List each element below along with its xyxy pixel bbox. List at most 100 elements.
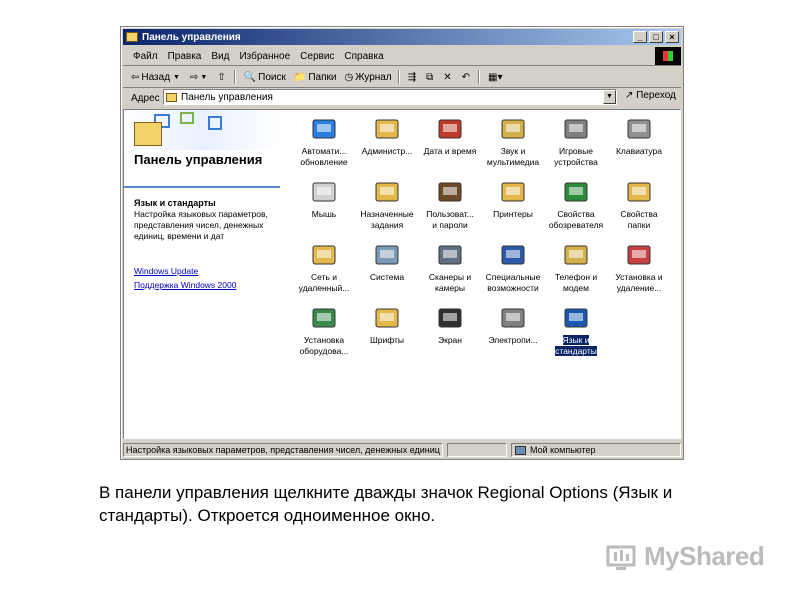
- go-button[interactable]: ↗ Переход: [625, 90, 676, 101]
- window-title: Панель управления: [142, 31, 241, 43]
- history-icon: ◷: [344, 71, 354, 83]
- folders-button[interactable]: 📁 Папки: [294, 72, 337, 83]
- item-label: Свойства: [557, 209, 595, 219]
- item-label: Звук и: [500, 146, 526, 156]
- address-bar: Адрес Панель управления ▼ ↗ Переход: [123, 89, 681, 107]
- sound-icon: [498, 114, 528, 142]
- control-panel-item[interactable]: Сеть и удаленный...: [292, 240, 356, 293]
- control-panel-item[interactable]: Свойства обозревателя: [544, 177, 608, 230]
- item-label: Специальные: [485, 272, 541, 282]
- keyboard-icon: [624, 114, 654, 142]
- maximize-button[interactable]: □: [649, 31, 663, 43]
- up-folder-icon: ⇧: [217, 71, 226, 83]
- forward-arrow-icon: ⇨: [189, 71, 199, 83]
- item-label-line2: камеры: [434, 282, 466, 293]
- control-panel-item[interactable]: Специальные возможности: [481, 240, 545, 293]
- folder-icon: [126, 32, 138, 42]
- status-bar: Настройка языковых параметров, представл…: [123, 442, 681, 458]
- delete-icon: ✕: [443, 71, 452, 83]
- item-label-line2: папки: [627, 219, 651, 230]
- admin-tools-icon: [372, 114, 402, 142]
- regional-options-icon: [561, 303, 591, 331]
- support-link[interactable]: Поддержка Windows 2000: [134, 280, 236, 290]
- control-panel-item[interactable]: Звук и мультимедиа: [481, 114, 545, 167]
- control-panel-item[interactable]: Автомати... обновление: [292, 114, 356, 167]
- item-label: Администр...: [361, 146, 413, 156]
- copy-to-button[interactable]: ⧉: [426, 72, 435, 83]
- folders-icon: 📁: [293, 71, 307, 83]
- windows-update-link[interactable]: Windows Update: [134, 266, 198, 276]
- control-panel-item[interactable]: Дата и время: [418, 114, 482, 157]
- menu-bar: Файл Правка Вид Избранное Сервис Справка: [123, 47, 681, 66]
- item-label: Установка и: [615, 272, 663, 282]
- control-panel-item[interactable]: Администр...: [355, 114, 419, 157]
- item-label-line2: удаление...: [616, 282, 662, 293]
- brand-mark-icon: [606, 539, 640, 573]
- address-input[interactable]: Панель управления ▼: [163, 89, 617, 105]
- users-icon: [435, 177, 465, 205]
- item-label: Телефон и: [554, 272, 598, 282]
- views-icon: ▦▾: [488, 71, 503, 83]
- move-to-button[interactable]: ⇶: [408, 72, 418, 83]
- control-panel-item[interactable]: Пользоват... и пароли: [418, 177, 482, 230]
- menu-favorites[interactable]: Избранное: [239, 51, 290, 62]
- menu-tools[interactable]: Сервис: [300, 51, 334, 62]
- search-button[interactable]: 🔍 Поиск: [244, 72, 286, 83]
- control-panel-item[interactable]: Электропи...: [481, 303, 545, 346]
- internet-options-icon: [561, 177, 591, 205]
- control-panel-item[interactable]: Назначенные задания: [355, 177, 419, 230]
- item-label: Автомати...: [301, 146, 347, 156]
- printers-icon: [498, 177, 528, 205]
- item-label: Мышь: [311, 209, 337, 219]
- control-panel-window: Панель управления _ □ × Файл Правка Вид …: [120, 26, 684, 460]
- move-to-icon: ⇶: [407, 71, 417, 83]
- forward-button[interactable]: ⇨ ▼: [190, 72, 209, 83]
- control-panel-item[interactable]: Принтеры: [481, 177, 545, 220]
- control-panel-item[interactable]: Телефон и модем: [544, 240, 608, 293]
- back-label: Назад: [141, 71, 171, 83]
- panel-divider: [124, 186, 280, 188]
- menu-view[interactable]: Вид: [211, 51, 229, 62]
- menu-help[interactable]: Справка: [344, 51, 383, 62]
- windows-update-icon: [309, 114, 339, 142]
- decor-square: [180, 112, 194, 124]
- undo-button[interactable]: ↶: [462, 72, 472, 83]
- item-label: Игровые: [558, 146, 594, 156]
- control-panel-item[interactable]: Экран: [418, 303, 482, 346]
- item-label: Экран: [438, 335, 462, 345]
- control-panel-item[interactable]: Язык и стандарты: [544, 303, 608, 356]
- phone-modem-icon: [561, 240, 591, 268]
- back-button[interactable]: ⇦ Назад ▼: [131, 72, 182, 83]
- status-text: Настройка языковых параметров, представл…: [123, 443, 443, 457]
- item-label-line2: мультимедиа: [486, 156, 540, 167]
- add-hardware-icon: [309, 303, 339, 331]
- address-value: Панель управления: [181, 91, 273, 103]
- address-dropdown-button[interactable]: ▼: [603, 90, 616, 104]
- menu-edit[interactable]: Правка: [168, 51, 202, 62]
- title-bar[interactable]: Панель управления _ □ ×: [123, 29, 681, 45]
- history-label: Журнал: [355, 71, 392, 83]
- control-panel-item[interactable]: Система: [355, 240, 419, 283]
- history-button[interactable]: ◷ Журнал: [344, 72, 391, 83]
- control-panel-item[interactable]: Установка оборудова...: [292, 303, 356, 356]
- up-button[interactable]: ⇧: [217, 72, 227, 83]
- brand-logo: MyShared: [606, 536, 765, 576]
- display-icon: [435, 303, 465, 331]
- control-panel-item[interactable]: Игровые устройства: [544, 114, 608, 167]
- menu-file[interactable]: Файл: [133, 51, 158, 62]
- minimize-button[interactable]: _: [633, 31, 647, 43]
- control-panel-item[interactable]: Клавиатура: [607, 114, 671, 157]
- views-button[interactable]: ▦▾: [488, 72, 504, 83]
- selected-item-description: Настройка языковых параметров, представл…: [134, 209, 268, 241]
- control-panel-item[interactable]: Установка и удаление...: [607, 240, 671, 293]
- control-panel-item[interactable]: Мышь: [292, 177, 356, 220]
- selected-item-title: Язык и стандарты: [134, 198, 216, 208]
- control-panel-large-icon: [134, 122, 162, 146]
- control-panel-item[interactable]: Свойства папки: [607, 177, 671, 230]
- item-label: Принтеры: [493, 209, 533, 219]
- delete-button[interactable]: ✕: [443, 72, 453, 83]
- scanner-icon: [435, 240, 465, 268]
- close-button[interactable]: ×: [665, 31, 679, 43]
- control-panel-item[interactable]: Шрифты: [355, 303, 419, 346]
- control-panel-item[interactable]: Сканеры и камеры: [418, 240, 482, 293]
